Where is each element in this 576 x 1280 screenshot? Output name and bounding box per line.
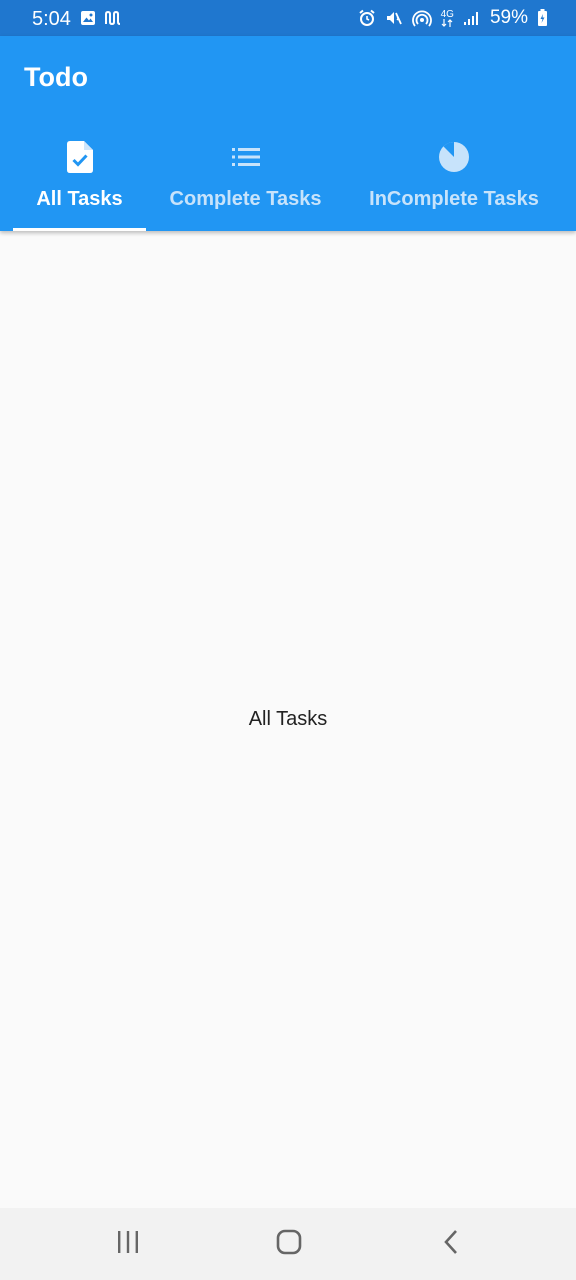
recent-apps-icon [116,1230,140,1258]
tab-label: Complete Tasks [169,188,322,210]
network-type-label: 4G [440,8,454,20]
signal-icon [463,10,481,26]
status-notification-icons [80,10,122,31]
home-icon [276,1229,302,1260]
app-notification-icon [104,10,122,31]
network-type-icon: 4G [440,8,454,27]
list-icon [229,140,263,174]
battery-icon [537,9,548,27]
tab-all-tasks[interactable]: All Tasks [13,132,146,231]
back-icon [443,1229,459,1260]
hotspot-icon [411,9,432,27]
active-tab-indicator [13,228,146,231]
recent-apps-button[interactable] [108,1226,148,1262]
pie-chart-icon [437,140,471,174]
status-bar: 5:04 4G 59% [0,0,576,36]
gallery-icon [80,10,96,31]
battery-percent: 59% [489,7,528,28]
tab-label: All Tasks [36,188,123,210]
task-check-icon [63,140,97,174]
status-time: 5:04 [32,8,71,30]
status-system-icons: 4G 59% [358,7,548,29]
app-bar: Todo All Tasks Complete Tasks InComplete… [0,36,576,231]
back-button[interactable] [431,1226,471,1262]
tab-incomplete-tasks[interactable]: InComplete Tasks [355,132,553,231]
home-button[interactable] [269,1226,309,1262]
page-content-text: All Tasks [248,708,328,730]
tab-complete-tasks[interactable]: Complete Tasks [158,132,333,231]
app-title: Todo [24,62,88,92]
alarm-icon [358,9,376,27]
mute-icon [385,9,403,27]
tab-label: InComplete Tasks [369,188,539,210]
system-nav-bar [0,1208,576,1280]
